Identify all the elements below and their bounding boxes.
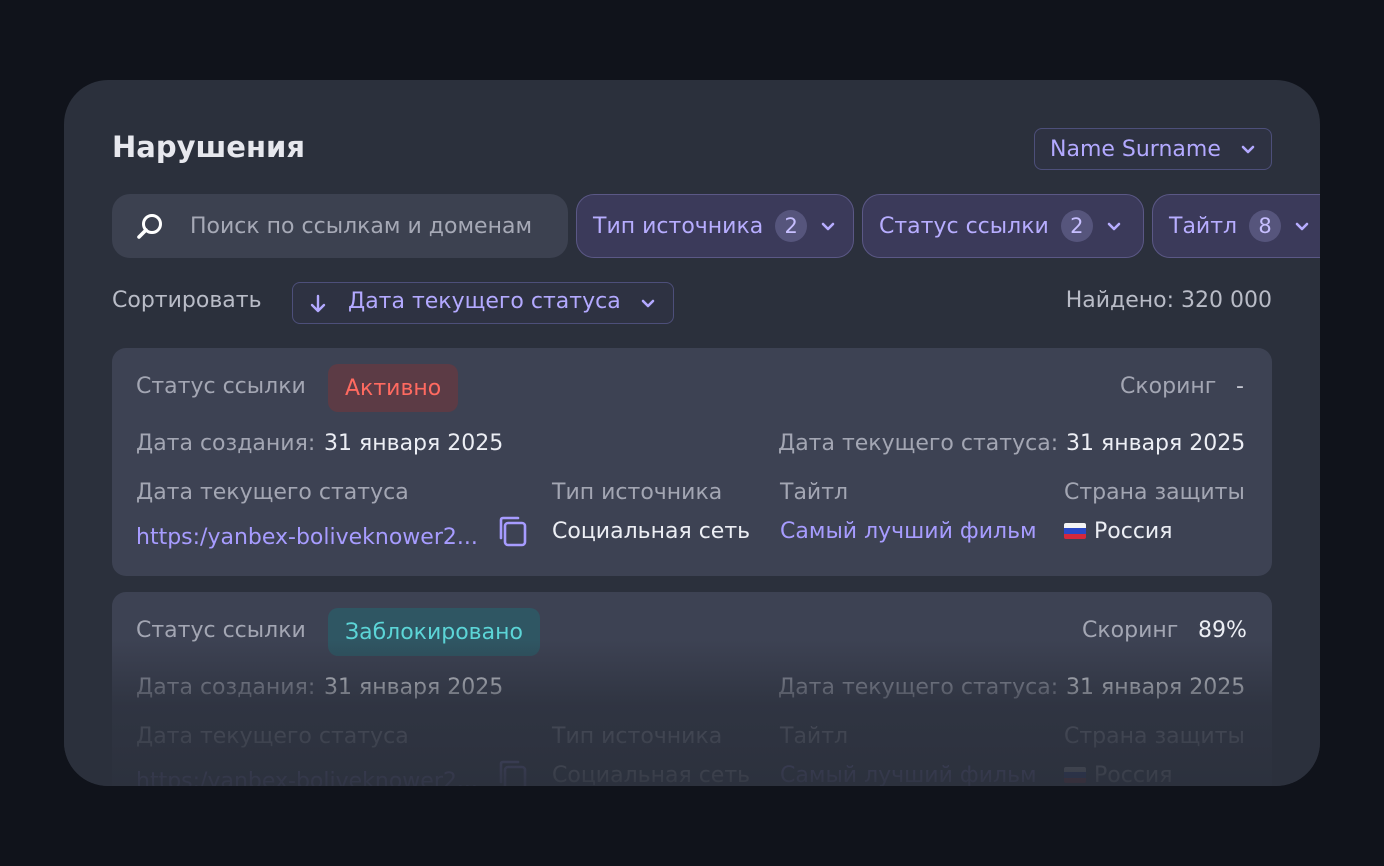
filter-link-status[interactable]: Статус ссылки 2 xyxy=(862,194,1144,258)
link-status-label: Статус ссылки xyxy=(136,618,306,643)
scoring-value: - xyxy=(1236,374,1244,399)
column-label: Страна защиты xyxy=(1064,480,1245,505)
created-value: 31 января 2025 xyxy=(324,675,504,700)
column-label: Страна защиты xyxy=(1064,724,1245,749)
status-badge: Заблокировано xyxy=(328,608,540,656)
violation-link[interactable]: https:/yanbex-boliveknower2... xyxy=(136,525,478,550)
column-label: Дата текущего статуса xyxy=(136,480,409,505)
filter-label: Статус ссылки xyxy=(879,213,1049,239)
copy-icon[interactable] xyxy=(496,758,530,786)
created-label: Дата создания: xyxy=(136,675,316,700)
chevron-down-icon xyxy=(1241,145,1255,154)
country-value: Россия xyxy=(1064,763,1172,786)
chevron-down-icon xyxy=(641,299,655,308)
search-icon xyxy=(137,214,162,239)
country-value: Россия xyxy=(1064,519,1172,544)
title-link[interactable]: Самый лучший фильм xyxy=(780,519,1037,544)
user-select[interactable]: Name Surname xyxy=(1034,128,1272,170)
created-value: 31 января 2025 xyxy=(324,431,504,456)
column-label: Тайтл xyxy=(780,480,849,505)
filter-label: Тайтл xyxy=(1169,213,1238,239)
filter-source-type[interactable]: Тип источника 2 xyxy=(576,194,854,258)
filter-title[interactable]: Тайтл 8 xyxy=(1152,194,1320,258)
violation-link[interactable]: https:/yanbex-boliveknower2... xyxy=(136,769,478,786)
violations-panel: Нарушения Name Surname Тип источника 2 С… xyxy=(64,80,1320,786)
status-badge: Активно xyxy=(328,364,459,412)
scoring-label: Скоринг xyxy=(1082,618,1179,643)
column-label: Тип источника xyxy=(552,480,723,505)
column-label: Тип источника xyxy=(552,724,723,749)
arrow-down-icon xyxy=(310,294,326,313)
scoring-value: 89% xyxy=(1198,618,1247,643)
russia-flag-icon xyxy=(1064,523,1086,539)
country-name: Россия xyxy=(1094,763,1173,786)
filter-count-badge: 2 xyxy=(1060,210,1093,242)
user-name: Name Surname xyxy=(1050,136,1221,162)
column-label: Тайтл xyxy=(780,724,849,749)
sort-label: Сортировать xyxy=(112,288,262,313)
copy-icon[interactable] xyxy=(496,514,530,548)
chevron-down-icon xyxy=(821,222,835,231)
status-date-label: Дата текущего статуса: xyxy=(778,431,1059,456)
title-link[interactable]: Самый лучший фильм xyxy=(780,763,1037,786)
violation-card[interactable]: Статус ссылки Активно Скоринг - Дата соз… xyxy=(112,348,1272,576)
search-box[interactable] xyxy=(112,194,568,258)
link-status-label: Статус ссылки xyxy=(136,374,306,399)
chevron-down-icon xyxy=(1295,222,1309,231)
sort-select[interactable]: Дата текущего статуса xyxy=(292,282,674,324)
created-label: Дата создания: xyxy=(136,431,316,456)
status-date-value: 31 января 2025 xyxy=(1066,431,1246,456)
search-input[interactable] xyxy=(190,194,560,258)
sort-value: Дата текущего статуса xyxy=(348,289,621,314)
status-date-label: Дата текущего статуса: xyxy=(778,675,1059,700)
chevron-down-icon xyxy=(1107,222,1121,231)
scoring-label: Скоринг xyxy=(1120,374,1217,399)
violation-card[interactable]: Статус ссылки Заблокировано Скоринг 89% … xyxy=(112,592,1272,786)
page-title: Нарушения xyxy=(112,130,305,164)
column-label: Дата текущего статуса xyxy=(136,724,409,749)
source-type-value: Социальная сеть xyxy=(552,519,751,544)
filter-count-badge: 8 xyxy=(1249,210,1282,242)
status-date-value: 31 января 2025 xyxy=(1066,675,1246,700)
country-name: Россия xyxy=(1094,519,1173,544)
filter-label: Тип источника xyxy=(593,213,764,239)
source-type-value: Социальная сеть xyxy=(552,763,751,786)
russia-flag-icon xyxy=(1064,767,1086,783)
results-count: Найдено: 320 000 xyxy=(1065,288,1272,313)
filter-count-badge: 2 xyxy=(775,210,808,242)
